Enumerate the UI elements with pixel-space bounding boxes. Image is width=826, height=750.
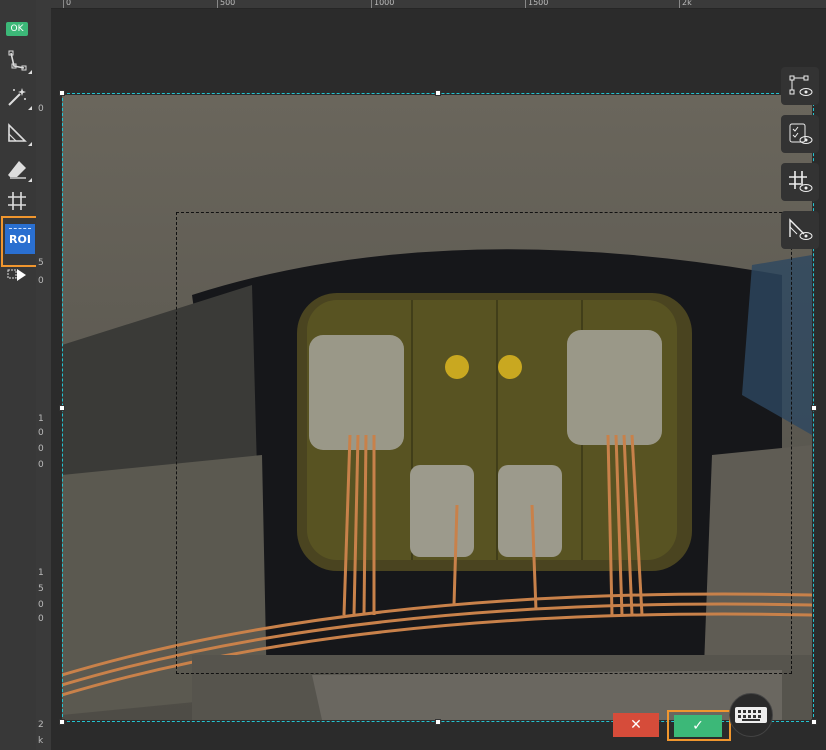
vruler-label: 0 — [38, 428, 44, 438]
vruler-label: 0 — [38, 276, 44, 286]
resize-handle[interactable] — [435, 719, 441, 725]
hruler-label: 1000 — [374, 0, 395, 7]
vruler-label: 5 — [38, 584, 44, 594]
vruler-label: 1 — [38, 414, 44, 424]
vruler-label: 0 — [38, 600, 44, 610]
hruler-label: 0 — [66, 0, 72, 7]
confirm-highlight: ✓ — [667, 710, 731, 741]
ruler-corner-icon — [8, 123, 27, 142]
vruler-label: 2 — [38, 720, 44, 730]
vruler-label: 0 — [38, 460, 44, 470]
roi-label: ROI — [9, 232, 31, 246]
resize-handle[interactable] — [59, 90, 65, 96]
ok-badge: OK — [6, 22, 28, 36]
grid-eye-icon — [789, 171, 813, 192]
eraser-icon — [8, 161, 26, 179]
hruler-label: 2k — [682, 0, 692, 7]
hruler-label: 1500 — [528, 0, 549, 7]
resize-handle[interactable] — [811, 719, 817, 725]
vertical-ruler: 0 5 0 1 0 0 0 1 5 0 0 2 k — [36, 0, 52, 750]
keyboard-button[interactable] — [729, 693, 773, 737]
vruler-label: 0 — [38, 614, 44, 624]
play-arrow-icon — [7, 269, 26, 281]
polygon-eye-icon — [789, 75, 813, 96]
resize-handle[interactable] — [59, 719, 65, 725]
cancel-button[interactable]: ✕ — [613, 713, 659, 737]
vruler-label: k — [38, 736, 44, 746]
horizontal-ruler: 0 500 1000 1500 2k — [51, 0, 826, 9]
grid-tool[interactable] — [4, 188, 30, 214]
eraser-tool[interactable] — [4, 156, 32, 182]
vruler-label: 0 — [38, 444, 44, 454]
toggle-checklist-visibility-button[interactable] — [781, 115, 819, 153]
angle-eye-icon — [789, 218, 813, 240]
left-toolbar: OK — [0, 0, 37, 750]
magic-wand-icon — [8, 88, 26, 106]
roi-icon: ROI — [5, 224, 35, 254]
resize-handle[interactable] — [811, 405, 817, 411]
image-selection-border — [62, 93, 814, 722]
polygon-tool[interactable] — [4, 48, 32, 74]
vruler-label: 0 — [38, 104, 44, 114]
hruler-label: 500 — [220, 0, 236, 7]
toggle-polygon-visibility-button[interactable] — [781, 67, 819, 105]
check-icon: ✓ — [692, 718, 704, 734]
grid-icon — [8, 192, 26, 210]
resize-handle[interactable] — [435, 90, 441, 96]
confirm-button[interactable]: ✓ — [674, 715, 722, 737]
resize-handle[interactable] — [59, 405, 65, 411]
checklist-eye-icon — [789, 123, 813, 144]
keyboard-icon — [735, 707, 767, 723]
toggle-angle-visibility-button[interactable] — [781, 211, 819, 249]
close-icon: ✕ — [630, 717, 642, 733]
vruler-label: 5 — [38, 258, 44, 268]
angle-tool[interactable] — [4, 120, 32, 146]
polygon-icon — [8, 50, 27, 71]
magic-wand-tool[interactable] — [4, 84, 32, 110]
toggle-grid-visibility-button[interactable] — [781, 163, 819, 201]
vruler-label: 1 — [38, 568, 44, 578]
